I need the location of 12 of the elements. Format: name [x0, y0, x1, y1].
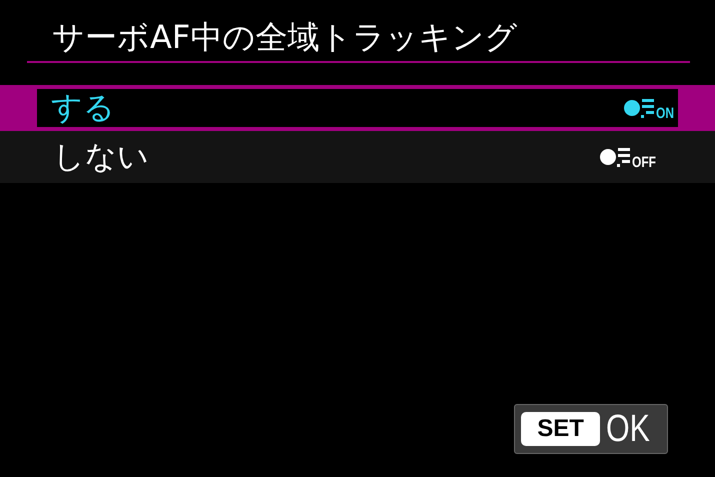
menu-title: サーボAF中の全域トラッキング [51, 17, 518, 57]
indicator-text: OFF [632, 155, 656, 170]
ok-label: OK [606, 408, 650, 450]
set-key-label: SET [521, 412, 600, 446]
menu-option[interactable]: する ON [0, 85, 715, 131]
indicator-text: ON [656, 106, 674, 121]
focus-tracking-icon [622, 97, 654, 119]
option-label: しない [53, 142, 149, 172]
set-ok-button[interactable]: SET OK [514, 404, 668, 454]
option-label: する [51, 92, 115, 124]
focus-tracking-icon [599, 146, 631, 168]
menu-option[interactable]: しない OFF [0, 131, 715, 183]
